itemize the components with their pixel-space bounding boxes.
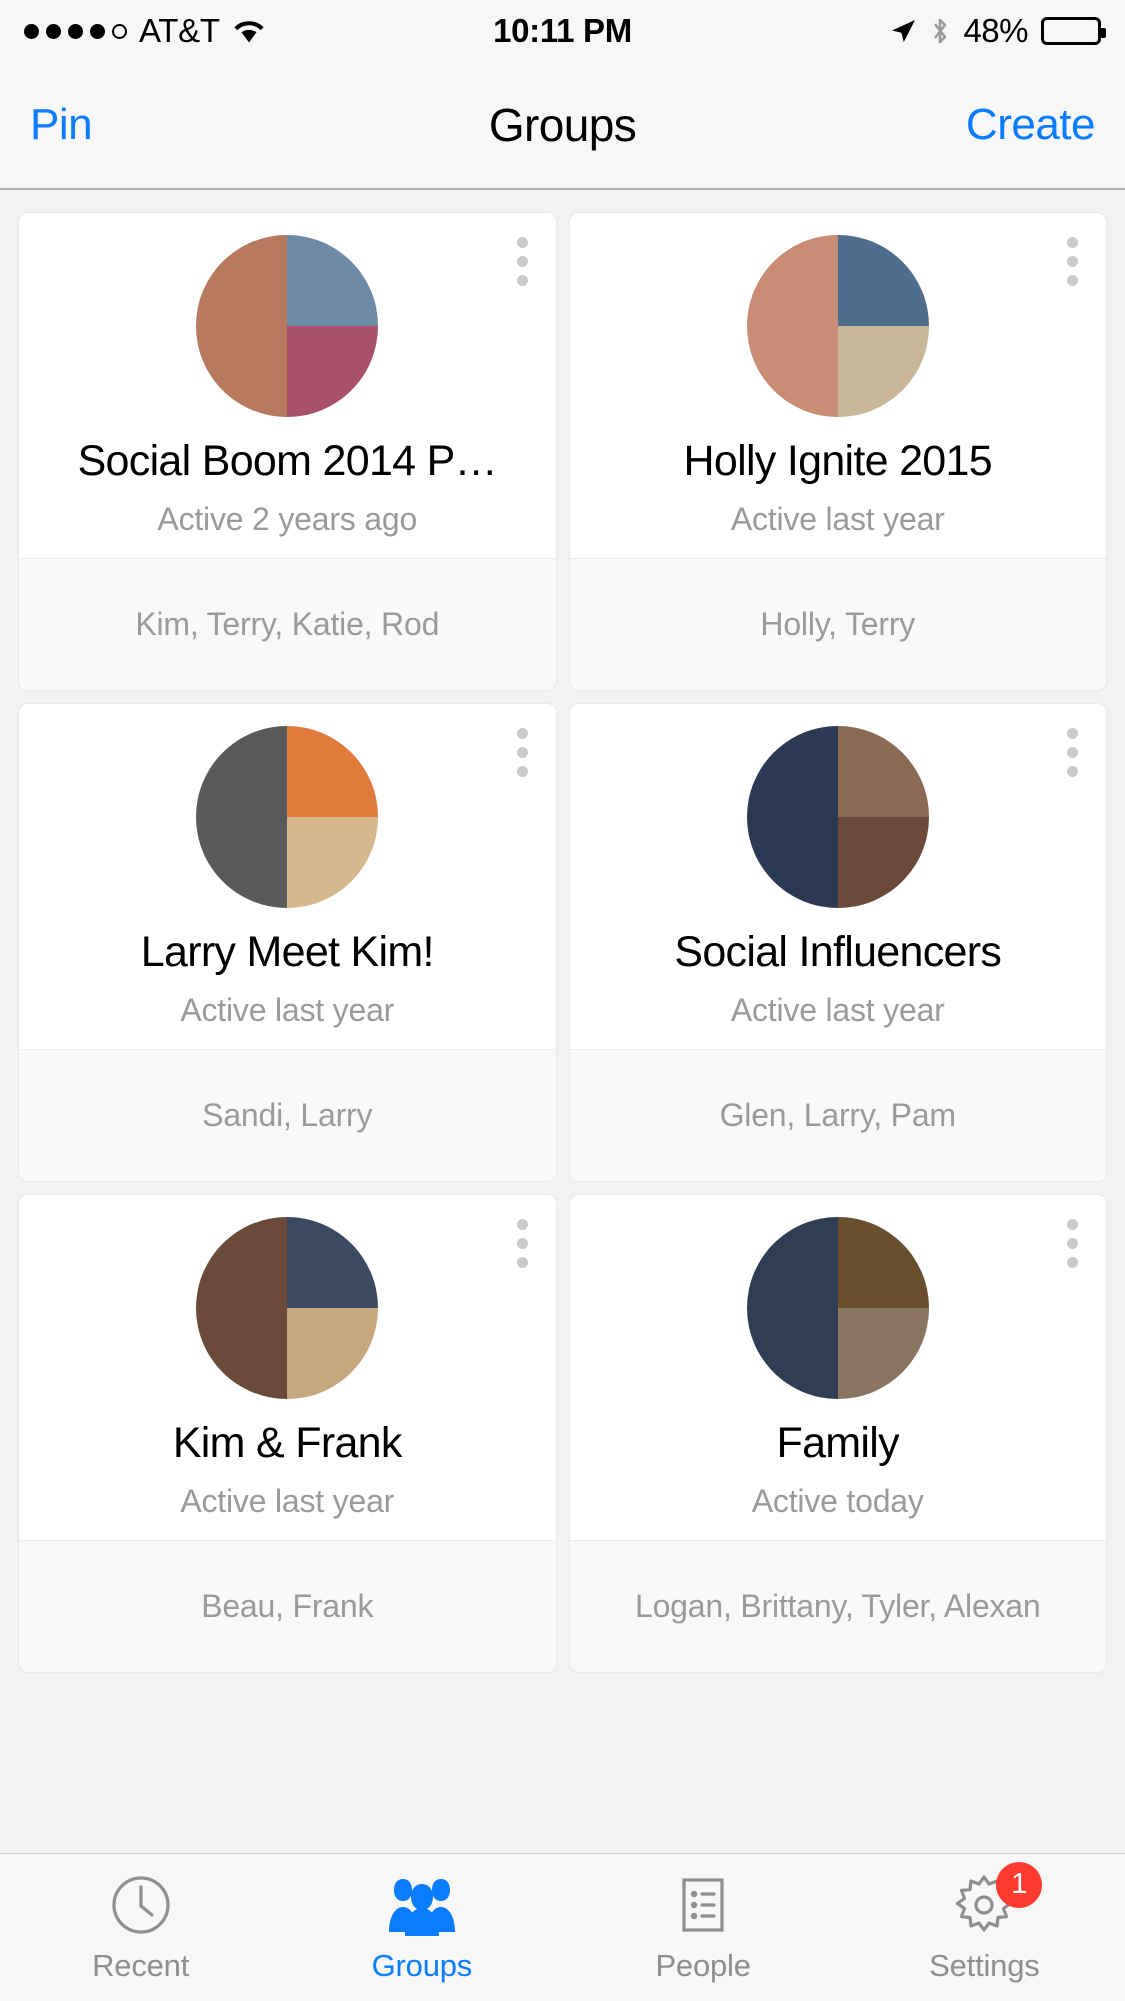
bluetooth-icon [930,16,950,46]
navigation-bar: Pin Groups Create [0,62,1125,190]
tab-label: Groups [371,1947,473,1983]
group-card-body: Holly Ignite 2015 Active last year [569,213,1106,559]
groups-grid: Social Boom 2014 P… Active 2 years ago K… [18,212,1107,1674]
group-activity-status: Active last year [180,1483,395,1520]
kebab-menu-icon[interactable] [511,231,534,292]
group-card[interactable]: Kim & Frank Active last year Beau, Frank [18,1194,557,1674]
group-members-label: Kim, Terry, Katie, Rod [135,606,440,643]
group-card-body: Social Influencers Active last year [569,704,1106,1050]
group-members-footer: Beau, Frank [19,1540,556,1673]
status-bar-right: 48% [889,12,1106,50]
kebab-menu-icon[interactable] [1061,1213,1084,1274]
clock-icon [110,1872,172,1938]
tab-people[interactable]: People [563,1854,844,2001]
group-activity-status: Active last year [730,992,945,1029]
group-card[interactable]: Holly Ignite 2015 Active last year Holly… [568,212,1107,692]
group-card[interactable]: Larry Meet Kim! Active last year Sandi, … [18,703,557,1183]
group-members-label: Logan, Brittany, Tyler, Alexan [634,1588,1041,1625]
group-card[interactable]: Social Boom 2014 P… Active 2 years ago K… [18,212,557,692]
page-title: Groups [488,99,637,151]
group-avatar [746,726,929,909]
group-card-body: Larry Meet Kim! Active last year [19,704,556,1050]
group-card[interactable]: Social Influencers Active last year Glen… [568,703,1107,1183]
list-icon [672,1872,734,1938]
group-activity-status: Active last year [180,992,395,1029]
group-card-body: Social Boom 2014 P… Active 2 years ago [19,213,556,559]
group-title: Kim & Frank [172,1419,402,1468]
group-avatar [196,235,379,417]
group-members-label: Sandi, Larry [202,1097,373,1134]
group-avatar [196,726,379,909]
people-icon [385,1872,459,1938]
status-bar: AT&T 10:11 PM 48% [0,0,1125,62]
phone-screen: AT&T 10:11 PM 48% Pin Groups Create Soci… [0,0,1125,2001]
group-members-label: Glen, Larry, Pam [719,1097,956,1134]
group-activity-status: Active today [751,1483,924,1520]
pin-button[interactable]: Pin [30,100,93,150]
tab-label: Recent [92,1947,190,1983]
tab-settings[interactable]: 1 Settings [844,1854,1125,2001]
group-members-footer: Kim, Terry, Katie, Rod [19,558,556,691]
group-members-footer: Holly, Terry [569,558,1106,691]
group-members-footer: Logan, Brittany, Tyler, Alexan [569,1540,1106,1673]
location-arrow-icon [889,17,917,45]
group-avatar [746,1217,929,1400]
group-title: Larry Meet Kim! [140,928,434,977]
group-avatar [746,235,929,417]
group-card[interactable]: Family Active today Logan, Brittany, Tyl… [568,1194,1107,1674]
notification-badge: 1 [996,1861,1043,1908]
kebab-menu-icon[interactable] [1061,722,1084,783]
tab-groups[interactable]: Groups [281,1854,562,2001]
group-title: Social Boom 2014 P… [77,437,497,485]
group-activity-status: Active last year [730,501,945,538]
tab-label: People [655,1947,751,1983]
group-card-body: Family Active today [569,1195,1106,1541]
group-avatar [196,1217,379,1400]
group-members-label: Beau, Frank [201,1588,374,1625]
group-title: Family [776,1419,899,1468]
group-card-body: Kim & Frank Active last year [19,1195,556,1541]
kebab-menu-icon[interactable] [1061,231,1084,292]
group-members-footer: Glen, Larry, Pam [569,1049,1106,1182]
battery-percent-label: 48% [963,12,1028,49]
kebab-menu-icon[interactable] [511,1213,534,1274]
group-members-footer: Sandi, Larry [19,1049,556,1182]
create-button[interactable]: Create [966,100,1096,150]
battery-icon [1041,17,1106,45]
gear-icon: 1 [952,1861,1043,1938]
group-title: Holly Ignite 2015 [683,437,992,485]
tab-recent[interactable]: Recent [0,1854,281,2001]
group-activity-status: Active 2 years ago [157,501,418,538]
kebab-menu-icon[interactable] [511,722,534,783]
groups-scroll-area[interactable]: Social Boom 2014 P… Active 2 years ago K… [0,190,1125,1853]
tab-label: Settings [929,1947,1040,1983]
group-title: Social Influencers [674,928,1002,977]
bottom-tab-bar: Recent Groups People 1 Settings [0,1853,1125,2001]
group-members-label: Holly, Terry [760,606,916,643]
